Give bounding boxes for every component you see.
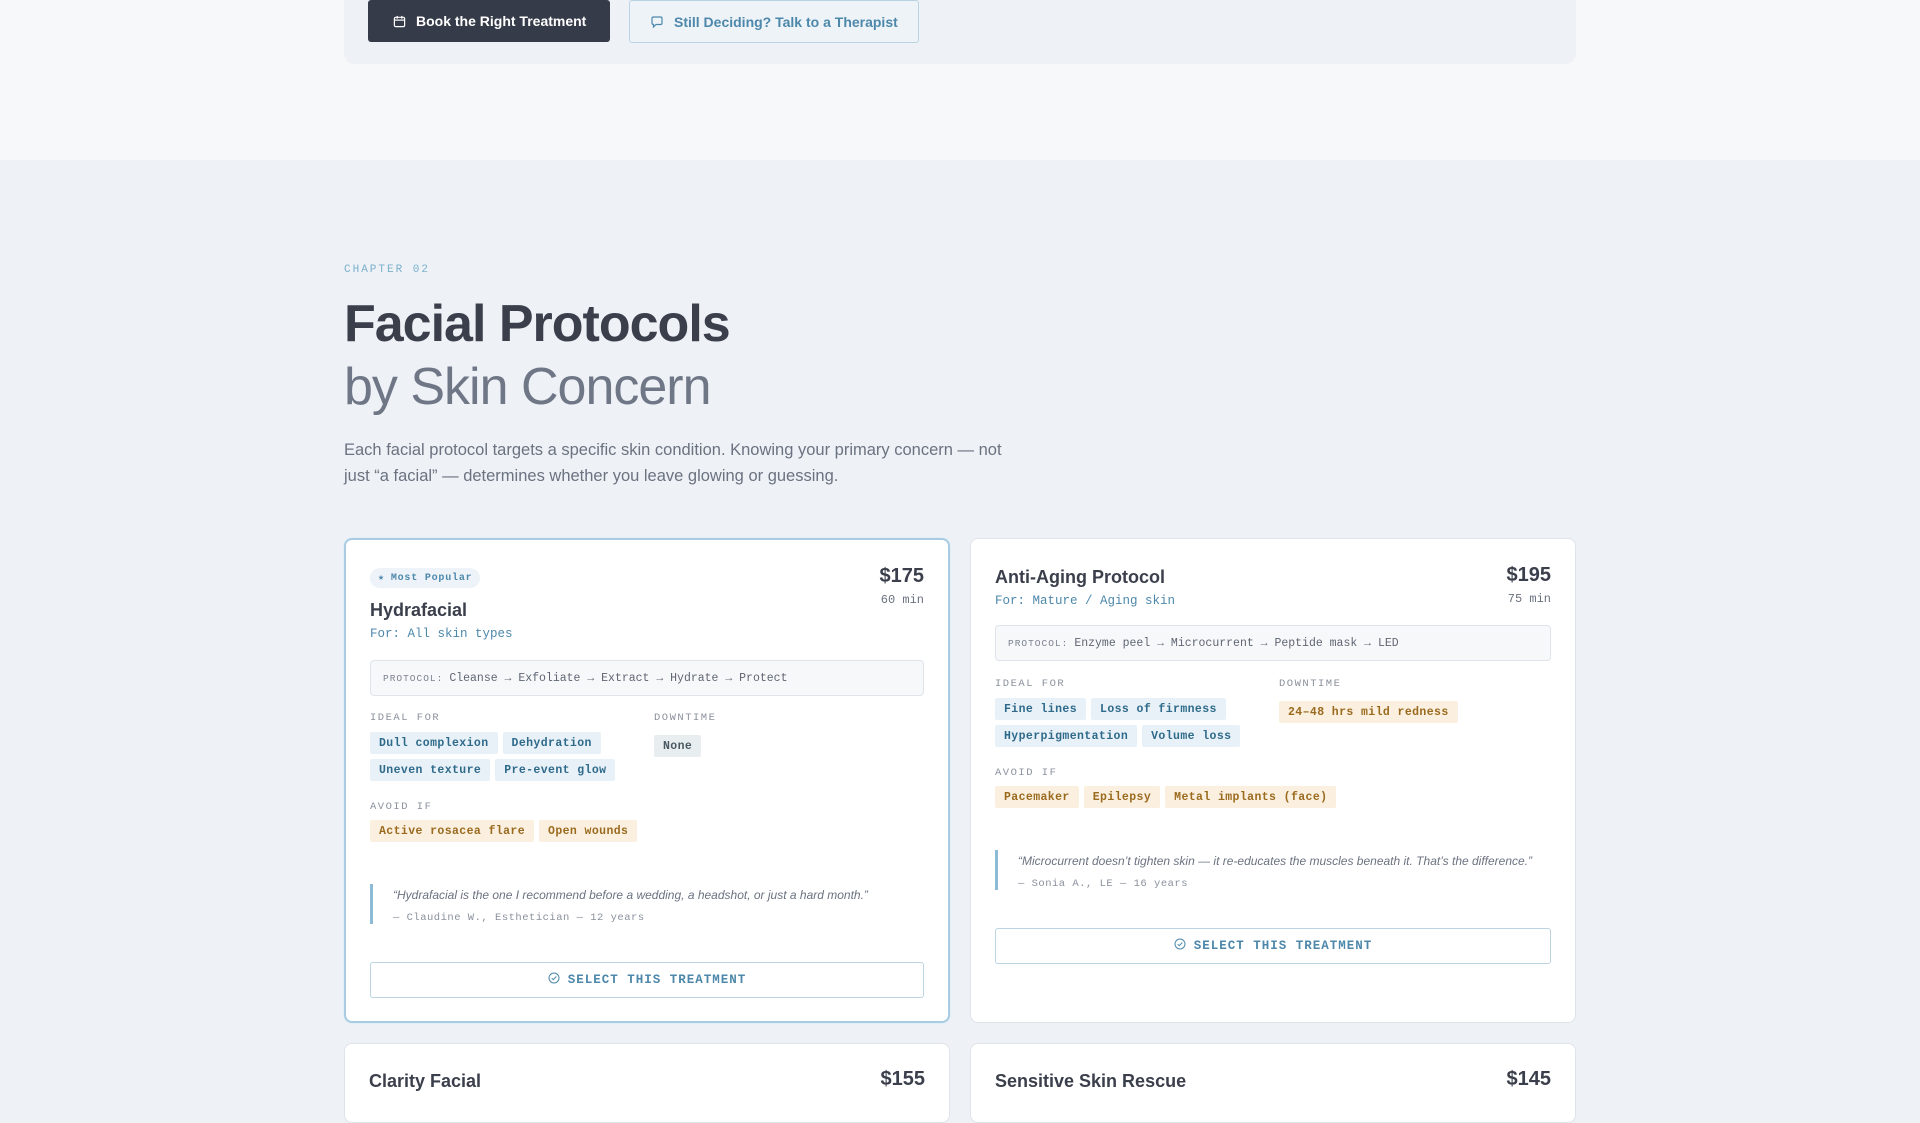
avoid-if-tags: Pacemaker Epilepsy Metal implants (face) [995,786,1337,808]
tag: Pacemaker [995,786,1079,808]
quote-text: “Microcurrent doesn’t tighten skin — it … [1018,854,1533,868]
protocol-box: PROTOCOL: Cleanse → Exfoliate → Extract … [370,660,924,696]
tag: Fine lines [995,698,1087,720]
tag: Hyperpigmentation [995,725,1138,747]
tag: Dehydration [502,732,601,754]
card-duration: 60 min [880,593,924,607]
most-popular-badge: ★ Most Popular [370,568,481,588]
check-circle-icon [548,972,560,988]
downtime-tag: 24–48 hrs mild redness [1279,701,1458,723]
treatment-card-sensitive[interactable]: Sensitive Skin Rescue $145 [970,1043,1576,1123]
downtime-tag: None [654,735,702,757]
tag: Dull complexion [370,732,498,754]
avoid-if-tags: Active rosacea flare Open wounds [370,820,638,842]
ideal-for-label: IDEAL FOR [995,678,1066,690]
avoid-if-label: AVOID IF [370,801,433,813]
card-title: Anti-Aging Protocol [995,567,1165,587]
ideal-for-label: IDEAL FOR [370,712,441,724]
select-treatment-label: SELECT THIS TREATMENT [1193,939,1373,953]
select-treatment-button[interactable]: SELECT THIS TREATMENT [370,962,924,998]
card-duration: 75 min [1507,592,1551,606]
quote-author: — Claudine W., Esthetician — 12 years [393,912,645,924]
tag: Open wounds [539,820,638,842]
card-title: Sensitive Skin Rescue [995,1071,1187,1091]
chat-bubble-icon [650,15,664,29]
card-title: Hydrafacial [370,600,468,620]
downtime-label: DOWNTIME [1279,678,1342,690]
talk-to-therapist-label: Still Deciding? Talk to a Therapist [674,13,898,30]
card-skin-type: For: All skin types [370,627,513,641]
top-band: Book the Right Treatment Still Deciding?… [0,0,1920,160]
tag: Uneven texture [370,759,491,781]
protocol-steps: Enzyme peel → Microcurrent → Peptide mas… [1074,636,1399,650]
talk-to-therapist-button[interactable]: Still Deciding? Talk to a Therapist [629,0,919,43]
ideal-for-tags: Dull complexion Dehydration Uneven textu… [370,732,640,781]
section-description: Each facial protocol targets a specific … [344,441,1002,485]
star-icon: ★ [378,573,385,584]
card-skin-type: For: Mature / Aging skin [995,594,1176,608]
quote-text: “Hydrafacial is the one I recommend befo… [393,888,868,902]
treatment-card-clarity[interactable]: Clarity Facial $155 [344,1043,950,1123]
badge-label: Most Popular [390,572,473,584]
therapist-quote: “Hydrafacial is the one I recommend befo… [370,884,924,924]
protocol-label: PROTOCOL: [1008,637,1069,649]
card-title: Clarity Facial [369,1071,482,1091]
tag: Active rosacea flare [370,820,535,842]
quote-author: — Sonia A., LE — 16 years [1018,878,1189,890]
check-circle-icon [1174,938,1186,954]
protocol-steps: Cleanse → Exfoliate → Extract → Hydrate … [449,671,788,685]
downtime-tags: 24–48 hrs mild redness [1279,701,1458,723]
ideal-for-tags: Fine lines Loss of firmness Hyperpigment… [995,698,1265,747]
section-title: Facial Protocols [344,295,731,353]
section-subtitle: by Skin Concern [344,358,712,416]
tag: Pre-event glow [495,759,616,781]
downtime-label: DOWNTIME [654,712,717,724]
chapter-label: CHAPTER 02 [344,264,431,276]
card-price: $175 [879,565,925,587]
tag: Volume loss [1142,725,1241,747]
select-treatment-button[interactable]: SELECT THIS TREATMENT [995,928,1551,964]
downtime-tags: None [654,735,702,757]
therapist-quote: “Microcurrent doesn’t tighten skin — it … [995,850,1551,890]
protocol-box: PROTOCOL: Enzyme peel → Microcurrent → P… [995,625,1551,661]
select-treatment-label: SELECT THIS TREATMENT [567,973,747,987]
treatment-card-anti-aging[interactable]: Anti-Aging Protocol For: Mature / Aging … [970,538,1576,1023]
tag: Metal implants (face) [1165,786,1337,808]
tag: Epilepsy [1083,786,1161,808]
cta-panel: Book the Right Treatment Still Deciding?… [344,0,1576,64]
book-treatment-button[interactable]: Book the Right Treatment [368,0,611,42]
book-treatment-label: Book the Right Treatment [416,13,587,29]
avoid-if-label: AVOID IF [995,767,1058,779]
calendar-icon [392,14,406,28]
card-price: $195 [1506,564,1552,586]
protocol-label: PROTOCOL: [383,672,444,684]
tag: Loss of firmness [1091,698,1226,720]
treatment-card-hydrafacial[interactable]: ★ Most Popular Hydrafacial For: All skin… [344,538,950,1023]
